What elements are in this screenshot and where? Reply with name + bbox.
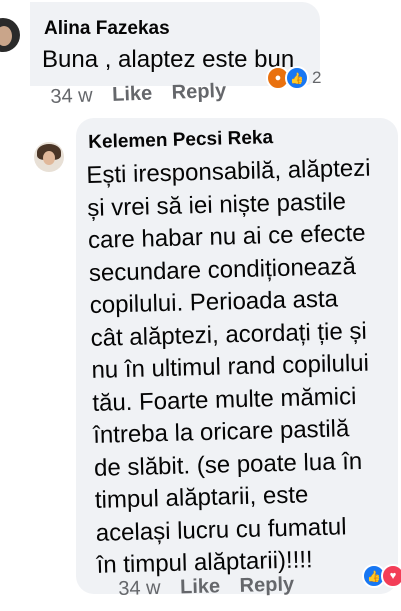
like-button[interactable]: Like: [180, 575, 221, 598]
reply-button[interactable]: Reply: [171, 80, 226, 104]
reaction-summary[interactable]: ● 👍 2: [266, 66, 321, 90]
comment-meta: 34 w Like Reply: [50, 80, 227, 109]
reaction-summary[interactable]: 👍 ♥: [362, 564, 401, 588]
avatar[interactable]: [0, 18, 20, 52]
reaction-count: 2: [312, 68, 322, 87]
avatar[interactable]: [34, 142, 64, 172]
like-button[interactable]: Like: [112, 82, 153, 105]
comment-timestamp[interactable]: 34 w: [118, 577, 161, 600]
comment-author[interactable]: Alina Fazekas: [44, 18, 170, 40]
love-icon: ♥: [381, 564, 401, 588]
reply-button[interactable]: Reply: [239, 573, 294, 596]
comment-timestamp[interactable]: 34 w: [50, 85, 93, 108]
comment-meta: 34 w Like Reply: [118, 573, 294, 601]
comment-text: Buna , alaptez este bun: [42, 46, 295, 73]
comment-text: Ești iresponsabilă, alăptezi și vrei să …: [86, 152, 401, 582]
like-icon: 👍: [285, 66, 309, 90]
